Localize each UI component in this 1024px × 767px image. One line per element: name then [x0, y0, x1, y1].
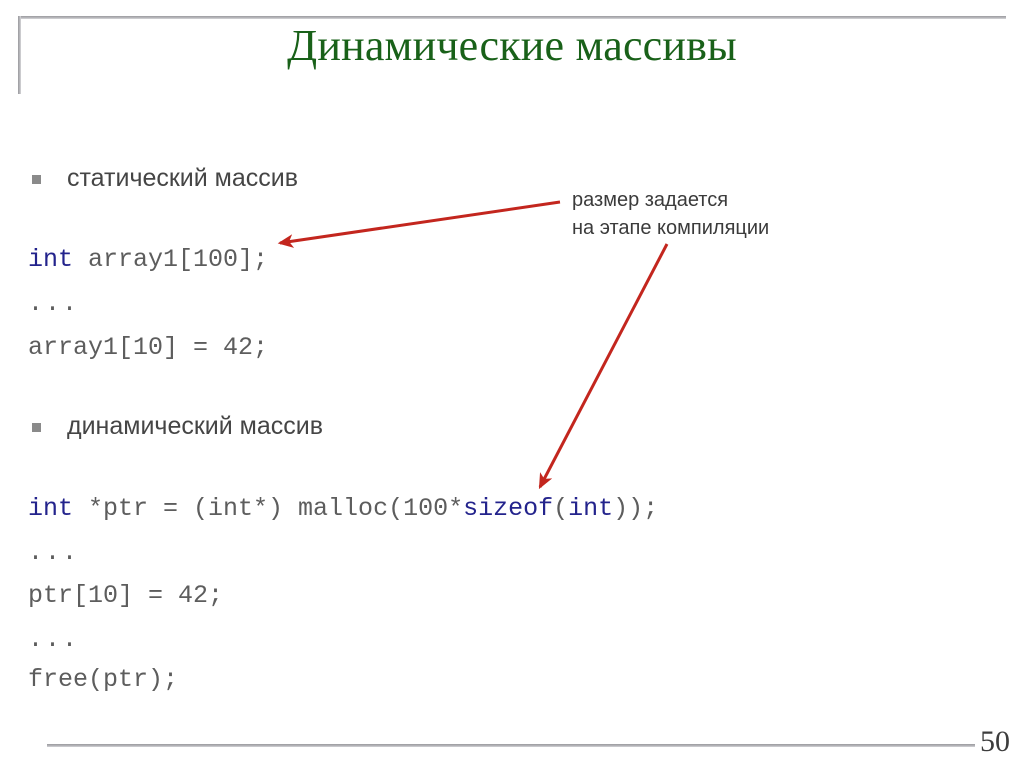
code-keyword: int	[28, 494, 74, 523]
code-keyword: int	[568, 494, 614, 523]
code-text: ptr[10] = 42;	[28, 581, 224, 610]
code-keyword: int	[28, 245, 74, 274]
code-line: int array1[100];	[28, 247, 268, 272]
code-line: ...	[28, 291, 79, 316]
code-line: ptr[10] = 42;	[28, 583, 223, 608]
code-text: array1[100];	[73, 245, 269, 274]
code-keyword: sizeof	[463, 494, 554, 523]
slide-canvas: Динамические массивы статический массив …	[0, 0, 1024, 767]
code-line: free(ptr);	[28, 667, 178, 692]
code-text: array1[10] = 42;	[28, 333, 269, 362]
arrow-to-static-array	[277, 200, 561, 248]
callout-annotation: размер задается на этапе компиляции	[572, 186, 769, 243]
annotation-arrows	[277, 200, 669, 490]
square-bullet-icon	[32, 423, 41, 432]
square-bullet-icon	[32, 175, 41, 184]
callout-line-2: на этапе компиляции	[572, 217, 770, 240]
arrow-to-malloc-size	[538, 243, 669, 490]
code-text: ...	[28, 289, 80, 318]
code-line: int *ptr = (int*) malloc(100*sizeof(int)…	[28, 496, 658, 521]
bullet-item-static-array: статический массив	[32, 166, 298, 191]
page-number: 50	[980, 725, 1010, 758]
frame-top-rule	[18, 16, 1006, 19]
code-text: (	[553, 494, 569, 523]
bullet-item-dynamic-array: динамический массив	[32, 414, 323, 439]
callout-line-1: размер задается	[572, 189, 729, 211]
code-text: ...	[28, 538, 80, 567]
page-title: Динамические массивы	[287, 21, 737, 70]
code-text: ));	[613, 494, 659, 523]
code-text: free(ptr);	[28, 665, 179, 694]
code-text: ...	[28, 625, 80, 654]
footer-rule	[47, 744, 975, 747]
code-text: *ptr = (int*) malloc(100*	[73, 494, 464, 523]
code-line: ...	[28, 627, 79, 652]
code-line: ...	[28, 540, 79, 565]
code-line: array1[10] = 42;	[28, 335, 268, 360]
bullet-item-label: статический массив	[67, 164, 299, 192]
bullet-item-label: динамический массив	[67, 412, 323, 440]
